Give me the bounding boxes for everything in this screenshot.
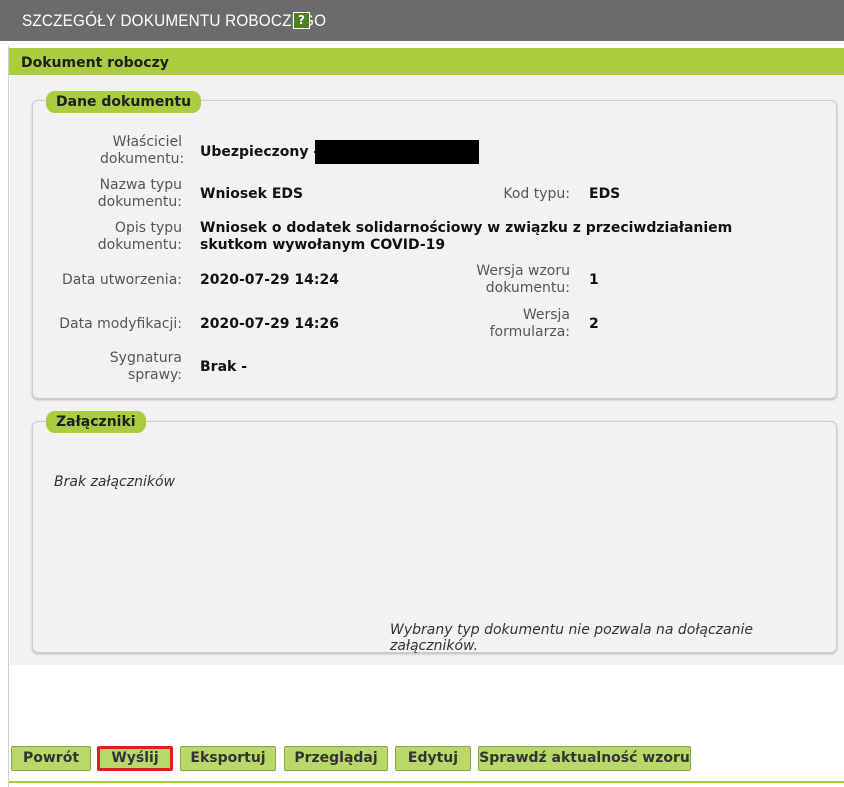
case-signature-value: Brak - xyxy=(200,359,248,375)
modified-label: Data modyfikacji: xyxy=(59,316,182,332)
type-desc-label: Opis typu dokumentu: xyxy=(97,220,182,253)
browse-button[interactable]: Przeglądaj xyxy=(284,746,388,771)
help-icon[interactable]: ? xyxy=(293,12,310,29)
send-button[interactable]: Wyślij xyxy=(97,746,173,771)
type-code-label: Kod typu: xyxy=(503,186,570,202)
form-version-label: Wersja formularza: xyxy=(489,307,570,340)
type-name-label: Nazwa typu dokumentu: xyxy=(97,177,182,210)
page-title: SZCZEGÓŁY DOKUMENTU ROBOCZEGO xyxy=(22,11,327,30)
modified-value: 2020-07-29 14:26 xyxy=(200,316,339,332)
check-template-button[interactable]: Sprawdź aktualność wzoru xyxy=(478,746,691,771)
type-name-value: Wniosek EDS xyxy=(200,186,304,202)
case-signature-label: Sygnatura sprawy: xyxy=(109,350,182,383)
type-code-value: EDS xyxy=(589,186,621,202)
back-button[interactable]: Powrót xyxy=(11,746,91,771)
attachments-tag: Załączniki xyxy=(46,411,146,433)
attachments-empty-text: Brak załączników xyxy=(54,474,175,490)
attachments-note: Wybrany typ dokumentu nie pozwala na doł… xyxy=(390,622,753,654)
form-version-value: 2 xyxy=(589,316,599,332)
export-button[interactable]: Eksportuj xyxy=(180,746,276,771)
created-value: 2020-07-29 14:24 xyxy=(200,272,339,288)
template-version-value: 1 xyxy=(589,272,599,288)
redacted-owner xyxy=(315,140,479,164)
bottom-border xyxy=(9,781,844,783)
template-version-label: Wersja wzoru dokumentu: xyxy=(476,263,570,296)
owner-label: Właściciel dokumentu: xyxy=(100,134,185,167)
type-desc-value: Wniosek o dodatek solidarnościowy w zwią… xyxy=(200,220,733,253)
page-header: SZCZEGÓŁY DOKUMENTU ROBOCZEGO ? xyxy=(0,0,844,41)
owner-value: Ubezpieczony - xyxy=(200,144,320,160)
section-title: Dokument roboczy xyxy=(21,55,169,71)
section-header: Dokument roboczy xyxy=(9,48,844,75)
attachments-box xyxy=(32,421,837,653)
created-label: Data utworzenia: xyxy=(61,272,182,288)
edit-button[interactable]: Edytuj xyxy=(395,746,471,771)
document-details-tag: Dane dokumentu xyxy=(46,91,202,113)
